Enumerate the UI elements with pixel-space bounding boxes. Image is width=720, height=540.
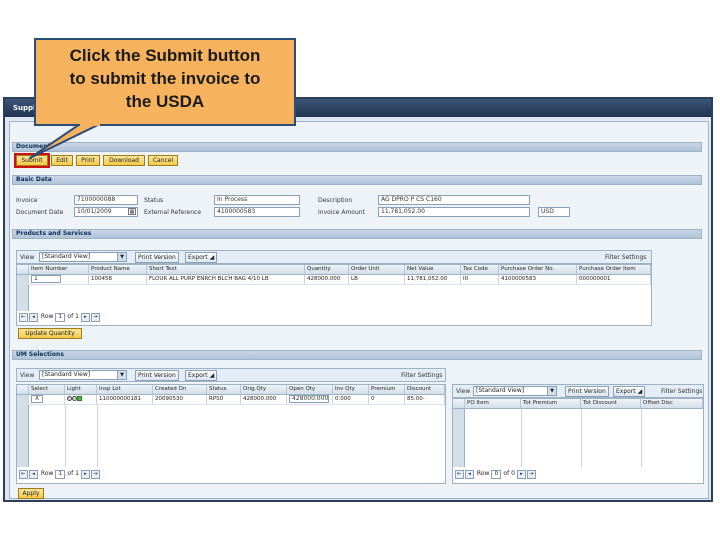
callout-line-3: the USDA	[125, 92, 205, 111]
callout-line-2: to submit the invoice to	[69, 69, 261, 88]
instruction-callout: Click the Submit button to submit the in…	[34, 38, 296, 126]
callout-pointer-join	[80, 122, 100, 126]
callout-line-1: Click the Submit button	[69, 46, 261, 65]
